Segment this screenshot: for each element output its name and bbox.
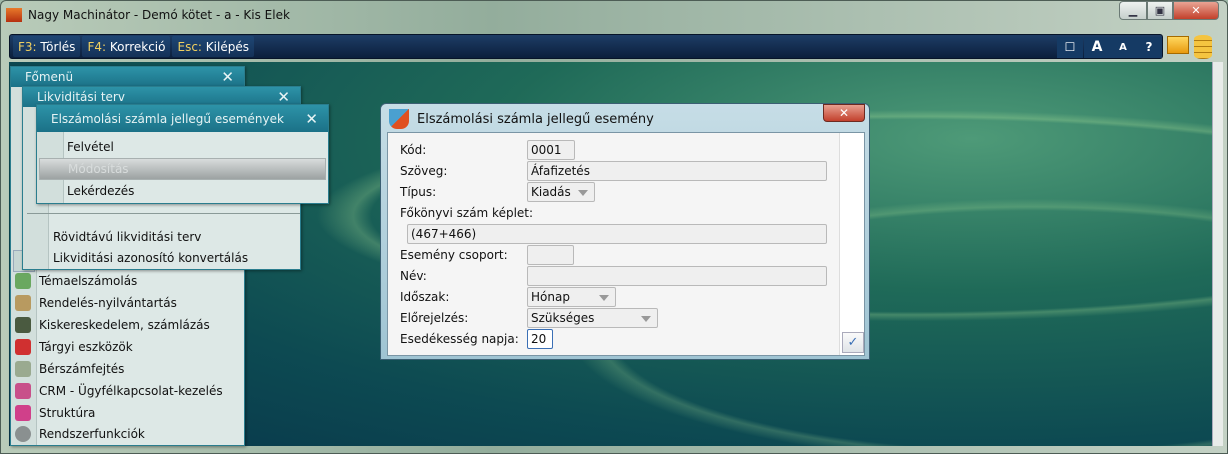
panel-title: Elszámolási számla jellegű események bbox=[51, 111, 284, 126]
menu-item-rendszerfunkciok[interactable]: Rendszerfunkciók bbox=[11, 423, 244, 445]
event-dialog: Elszámolási számla jellegű esemény ✕ Kód… bbox=[380, 103, 870, 360]
menu-item-targyi[interactable]: Tárgyi eszközök bbox=[11, 336, 244, 358]
menu-item-felvetel[interactable]: Felvétel bbox=[37, 136, 328, 158]
button-label: Korrekció bbox=[109, 39, 166, 54]
menu-item-temaelszamolas[interactable]: Témaelszámolás bbox=[11, 270, 244, 292]
menu-item-id-conversion[interactable]: Likviditási azonosító konvertálás bbox=[23, 247, 300, 269]
due-day-field[interactable]: 20 bbox=[527, 329, 553, 349]
dialog-title-bar: Elszámolási számla jellegű esemény bbox=[389, 109, 654, 129]
project-icon bbox=[15, 273, 31, 289]
monitor-icon[interactable] bbox=[1167, 36, 1189, 54]
window-title: Nagy Machinátor - Demó kötet - a - Kis E… bbox=[28, 8, 290, 22]
menu-item-label: Rendszerfunkciók bbox=[39, 427, 145, 441]
menu-item-label: Témaelszámolás bbox=[39, 274, 138, 288]
panel-header: Főmenü ✕ bbox=[11, 67, 244, 87]
cube-icon bbox=[15, 405, 31, 421]
minimize-button[interactable]: ▁ bbox=[1119, 1, 1147, 20]
button-label: Törlés bbox=[40, 39, 76, 54]
forecast-select[interactable]: Szükséges bbox=[527, 308, 658, 328]
menu-item-rendeles[interactable]: Rendelés-nyilvántartás bbox=[11, 292, 244, 314]
menu-item-berszamfejtes[interactable]: Bérszámfejtés bbox=[11, 358, 244, 380]
menu-item-label: CRM - Ügyfélkapcsolat-kezelés bbox=[39, 384, 223, 398]
type-select[interactable]: Kiadás bbox=[527, 182, 595, 202]
shortcut-key: F4: bbox=[87, 39, 107, 54]
gears-icon bbox=[15, 426, 31, 442]
code-label: Kód: bbox=[400, 143, 427, 157]
confirm-check-button[interactable]: ✓ bbox=[842, 332, 864, 353]
menu-item-lekerdezes[interactable]: Lekérdezés bbox=[37, 180, 328, 202]
dialog-title: Elszámolási számla jellegű esemény bbox=[417, 111, 654, 127]
close-icon[interactable]: ✕ bbox=[221, 68, 234, 86]
chevron-down-icon bbox=[599, 295, 609, 306]
menu-item-label: Bérszámfejtés bbox=[39, 362, 125, 376]
delete-button[interactable]: F3: Törlés bbox=[13, 36, 81, 57]
event-group-label: Esemény csoport: bbox=[400, 248, 508, 262]
house-icon bbox=[15, 339, 31, 355]
shortcut-key: Esc: bbox=[177, 39, 202, 54]
exit-button[interactable]: Esc: Kilépés bbox=[172, 36, 254, 57]
correction-button[interactable]: F4: Korrekció bbox=[82, 36, 171, 57]
help-button[interactable]: ? bbox=[1136, 37, 1162, 58]
chevron-down-icon bbox=[578, 190, 588, 201]
menu-item-label: Rövidtávú likviditási terv bbox=[53, 230, 202, 244]
menu-item-label: Likviditási azonosító konvertálás bbox=[53, 251, 249, 265]
payroll-icon bbox=[15, 361, 31, 377]
database-icon[interactable] bbox=[1194, 35, 1212, 59]
event-group-field[interactable] bbox=[527, 245, 574, 265]
menu-item-label: Rendelés-nyilvántartás bbox=[39, 296, 177, 310]
name-field[interactable] bbox=[527, 266, 827, 286]
maximize-button[interactable]: ▣ bbox=[1147, 1, 1173, 20]
font-larger-button[interactable]: A bbox=[1084, 37, 1110, 58]
dialog-body: Kód: 0001 Szöveg: Áfafizetés Típus: Kiad… bbox=[387, 132, 865, 356]
menu-separator bbox=[27, 213, 300, 214]
period-label: Időszak: bbox=[400, 290, 450, 304]
flask-icon bbox=[389, 109, 409, 129]
panel-title: Főmenü bbox=[25, 70, 74, 84]
title-bar: Nagy Machinátor - Demó kötet - a - Kis E… bbox=[6, 4, 1006, 26]
select-value: Szükséges bbox=[531, 311, 595, 325]
shortcut-key: F3: bbox=[18, 39, 37, 54]
cash-register-icon bbox=[15, 317, 31, 333]
menu-item-label: Tárgyi eszközök bbox=[39, 340, 133, 354]
menu-item-kiskereskedelem[interactable]: Kiskereskedelem, számlázás bbox=[11, 314, 244, 336]
panel-title: Likviditási terv bbox=[37, 90, 125, 104]
package-icon bbox=[15, 295, 31, 311]
menu-item-label: Kiskereskedelem, számlázás bbox=[39, 318, 210, 332]
app-logo-icon bbox=[6, 8, 22, 22]
font-smaller-button[interactable]: A bbox=[1110, 37, 1136, 58]
menu-item-short-term-plan[interactable]: Rövidtávú likviditási terv bbox=[23, 226, 300, 248]
ledger-formula-field[interactable]: (467+466) bbox=[407, 224, 827, 244]
scrollbar[interactable] bbox=[1212, 62, 1223, 446]
menu-item-label: Felvétel bbox=[67, 140, 114, 154]
menu-item-struktura[interactable]: Struktúra bbox=[11, 402, 244, 424]
panel-header: Elszámolási számla jellegű események ✕ bbox=[37, 105, 328, 132]
text-label: Szöveg: bbox=[400, 164, 448, 178]
ledger-formula-label: Főkönyvi szám képlet: bbox=[400, 206, 534, 220]
button-label: Kilépés bbox=[205, 39, 249, 54]
code-field[interactable]: 0001 bbox=[527, 140, 575, 160]
event-form: Kód: 0001 Szöveg: Áfafizetés Típus: Kiad… bbox=[388, 133, 840, 355]
menu-item-label: Lekérdezés bbox=[67, 184, 135, 198]
type-label: Típus: bbox=[400, 185, 437, 199]
events-panel: Elszámolási számla jellegű események ✕ Fe… bbox=[36, 104, 329, 204]
menu-item-label: Struktúra bbox=[39, 406, 96, 420]
due-day-label: Esedékesség napja: bbox=[400, 332, 519, 346]
select-value: Kiadás bbox=[531, 185, 571, 199]
people-icon bbox=[15, 383, 31, 399]
toolbar: F3: Törlés F4: Korrekció Esc: Kilépés bbox=[9, 34, 1163, 59]
window-mode-button[interactable]: ☐ bbox=[1057, 37, 1083, 58]
forecast-label: Előrejelzés: bbox=[400, 311, 469, 325]
select-value: Hónap bbox=[531, 290, 570, 304]
menu-item-modositas[interactable]: Módosítás bbox=[39, 158, 326, 180]
name-label: Név: bbox=[400, 269, 427, 283]
menu-item-crm[interactable]: CRM - Ügyfélkapcsolat-kezelés bbox=[11, 380, 244, 402]
menu-item-label: Módosítás bbox=[68, 162, 129, 176]
close-icon[interactable]: ✕ bbox=[305, 110, 318, 128]
close-window-button[interactable]: ✕ bbox=[1173, 1, 1219, 20]
text-field[interactable]: Áfafizetés bbox=[527, 161, 827, 181]
dialog-close-button[interactable]: ✕ bbox=[823, 104, 865, 122]
period-select[interactable]: Hónap bbox=[527, 287, 616, 307]
chevron-down-icon bbox=[641, 316, 651, 327]
